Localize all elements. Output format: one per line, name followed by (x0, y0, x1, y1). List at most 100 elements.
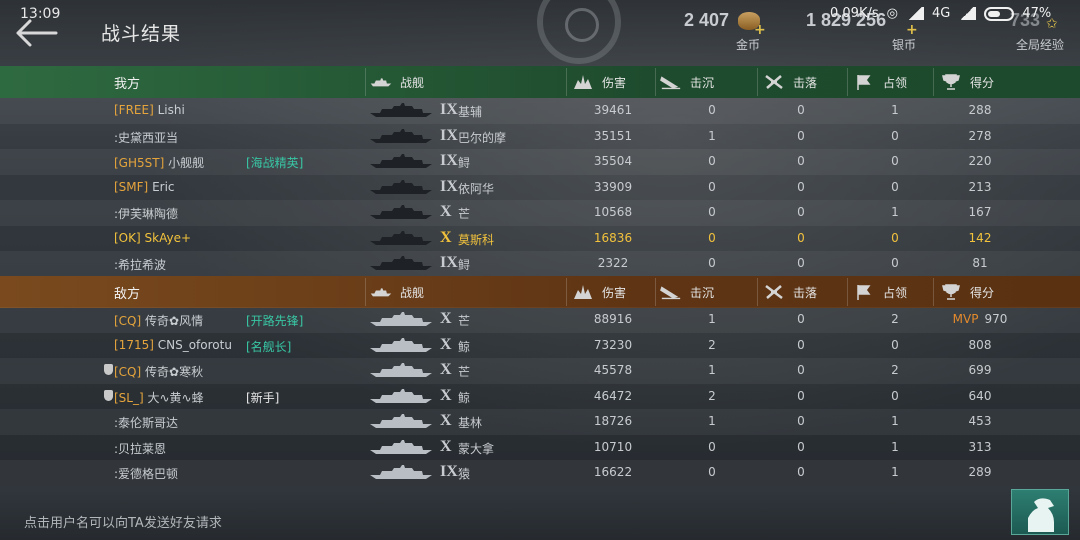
player-name[interactable]: [OK] SkAye+ (114, 231, 191, 245)
player-row[interactable]: :伊芙琳陶德 X 芒 10568 0 0 1 167 (0, 200, 1080, 226)
flag-icon (857, 285, 871, 300)
player-row[interactable]: :贝拉莱恩 X 蒙大拿 10710 0 0 1 313 (0, 435, 1080, 461)
plane-downed-icon (765, 285, 783, 299)
player-title-badge: [名舰长] (246, 339, 292, 354)
capture-value: 1 (891, 414, 899, 428)
score-value: 970 (984, 312, 1008, 326)
ship-silhouette-icon (370, 256, 432, 270)
player-name[interactable]: [CQ] 传奇✿风情 (114, 312, 203, 329)
damage-value: 35504 (593, 154, 633, 168)
damage-value: 2322 (597, 256, 629, 270)
mvp-badge: MVP (952, 312, 979, 326)
enemies-table: [CQ] 传奇✿风情 [开路先锋] X 芒 88916 1 0 2 MVP 970 [1715] C… (0, 307, 1080, 486)
score-cell: MVP 970 (950, 312, 1010, 326)
ship-silhouette-icon (370, 414, 432, 428)
player-row[interactable]: [CQ] 传奇✿风情 [开路先锋] X 芒 88916 1 0 2 MVP 970 (0, 307, 1080, 333)
shield-icon (104, 389, 113, 401)
player-name[interactable]: [SL_] 大∿黄∿蜂 (114, 389, 204, 406)
back-button[interactable] (14, 18, 58, 48)
player-name[interactable]: [GH5ST] 小舰舰 (114, 154, 204, 171)
player-row[interactable]: :泰伦斯哥达 X 基林 18726 1 0 1 453 (0, 409, 1080, 435)
player-row[interactable]: [SMF] Eric IX 依阿华 33909 0 0 0 213 (0, 175, 1080, 201)
score-value: 142 (968, 230, 992, 245)
sunk-value: 2 (708, 388, 716, 403)
player-name[interactable]: [FREE] Lishi (114, 103, 185, 117)
player-row[interactable]: [OK] SkAye+ X 莫斯科 16836 0 0 0 142 (0, 226, 1080, 252)
player-row[interactable]: [CQ] 传奇✿寒秋 X 芒 45578 1 0 2 699 (0, 358, 1080, 384)
sunk-value: 0 (708, 154, 716, 168)
capture-value: 0 (891, 128, 899, 143)
player-name[interactable]: :希拉希波 (114, 256, 166, 273)
player-row[interactable]: :爱德格巴顿 IX 猿 16622 0 0 1 289 (0, 460, 1080, 486)
damage-value: 18726 (593, 414, 633, 428)
downed-value: 0 (797, 128, 805, 143)
score-value: 453 (968, 414, 992, 428)
player-row[interactable]: [GH5ST] 小舰舰 [海战精英] IX 鲟 35504 0 0 0 220 (0, 149, 1080, 175)
capture-value: 0 (891, 230, 899, 245)
player-name[interactable]: :伊芙琳陶德 (114, 205, 178, 222)
player-title-badge: [开路先锋] (246, 314, 304, 328)
player-row[interactable]: :希拉希波 IX 鲟 2322 0 0 0 81 (0, 251, 1080, 277)
player-row[interactable]: [1715] CNS_oforotu [名舰长] X 鲸 73230 2 0 0 808 (0, 333, 1080, 359)
score-value: 289 (968, 465, 992, 479)
downed-value: 0 (797, 312, 805, 326)
player-nickname: 小舰舰 (168, 156, 205, 170)
clan-tag: [CQ] (114, 365, 142, 379)
clan-tag: [1715] (114, 337, 154, 352)
player-name[interactable]: :爱德格巴顿 (114, 465, 178, 482)
player-nickname: 传奇✿风情 (145, 314, 204, 328)
clan-tag: [SL_] (114, 390, 144, 405)
player-name[interactable]: [1715] CNS_oforotu (114, 338, 232, 352)
ship-name: 鲸 (458, 339, 471, 354)
damage-value: 35151 (593, 128, 633, 143)
score-cell: 220 (950, 154, 1010, 168)
ship-name: 蒙大拿 (458, 441, 495, 456)
player-name[interactable]: :史黛西亚当 (114, 129, 178, 146)
player-nickname: 传奇✿寒秋 (145, 365, 204, 379)
sunk-value: 0 (708, 205, 716, 219)
player-row[interactable]: [FREE] Lishi IX 基辅 39461 0 0 1 288 (0, 98, 1080, 124)
damage-value: 46472 (593, 388, 633, 403)
footer-bar: 点击用户名可以向TA发送好友请求 (0, 486, 1080, 540)
sunk-value: 0 (708, 465, 716, 479)
player-nickname: Eric (152, 179, 175, 194)
score-cell: 808 (950, 338, 1010, 352)
col-ship: 战舰 (370, 66, 424, 98)
downed-value: 0 (797, 363, 805, 377)
col-downed: 击落 (763, 276, 817, 308)
player-nickname: CNS_oforotu (157, 337, 232, 352)
ship-silhouette-icon (370, 128, 432, 143)
ship-name: 鲸 (458, 390, 471, 405)
score-cell: 288 (950, 103, 1010, 117)
player-name[interactable]: :泰伦斯哥达 (114, 414, 178, 431)
ship-tier: X (440, 228, 452, 246)
ship-tier: X (440, 310, 452, 327)
signal-icon-2 (958, 7, 977, 20)
ship-tier: X (440, 335, 452, 353)
clan-tag: [GH5ST] (114, 156, 165, 170)
score-value: 699 (968, 363, 992, 377)
player-row[interactable]: :史黛西亚当 IX 巴尔的摩 35151 1 0 0 278 (0, 124, 1080, 150)
player-row[interactable]: [SL_] 大∿黄∿蜂 [新手] X 鲸 46472 2 0 0 640 (0, 384, 1080, 410)
player-nickname: Lishi (157, 103, 185, 117)
sunk-value: 0 (708, 256, 716, 270)
sinking-ship-icon (660, 76, 681, 90)
player-name[interactable]: [CQ] 传奇✿寒秋 (114, 363, 203, 380)
captain-profile-button[interactable] (1011, 489, 1069, 535)
downed-value: 0 (797, 103, 805, 117)
capture-value: 0 (891, 337, 899, 352)
ship-silhouette-icon (370, 230, 432, 245)
gold-balance[interactable]: 2 407 + 金币 (684, 10, 766, 52)
player-name[interactable]: [SMF] Eric (114, 180, 175, 194)
clan-tag: [CQ] (114, 314, 142, 328)
clan-tag: [FREE] (114, 103, 154, 117)
ship-tier: X (440, 361, 452, 378)
player-name[interactable]: :贝拉莱恩 (114, 440, 166, 457)
damage-value: 39461 (593, 103, 633, 117)
downed-value: 0 (797, 388, 805, 403)
score-cell: 213 (950, 180, 1010, 194)
damage-value: 10568 (593, 205, 633, 219)
ship-name: 鲟 (458, 258, 471, 272)
ship-tier: X (440, 437, 452, 455)
damage-value: 73230 (593, 337, 633, 352)
